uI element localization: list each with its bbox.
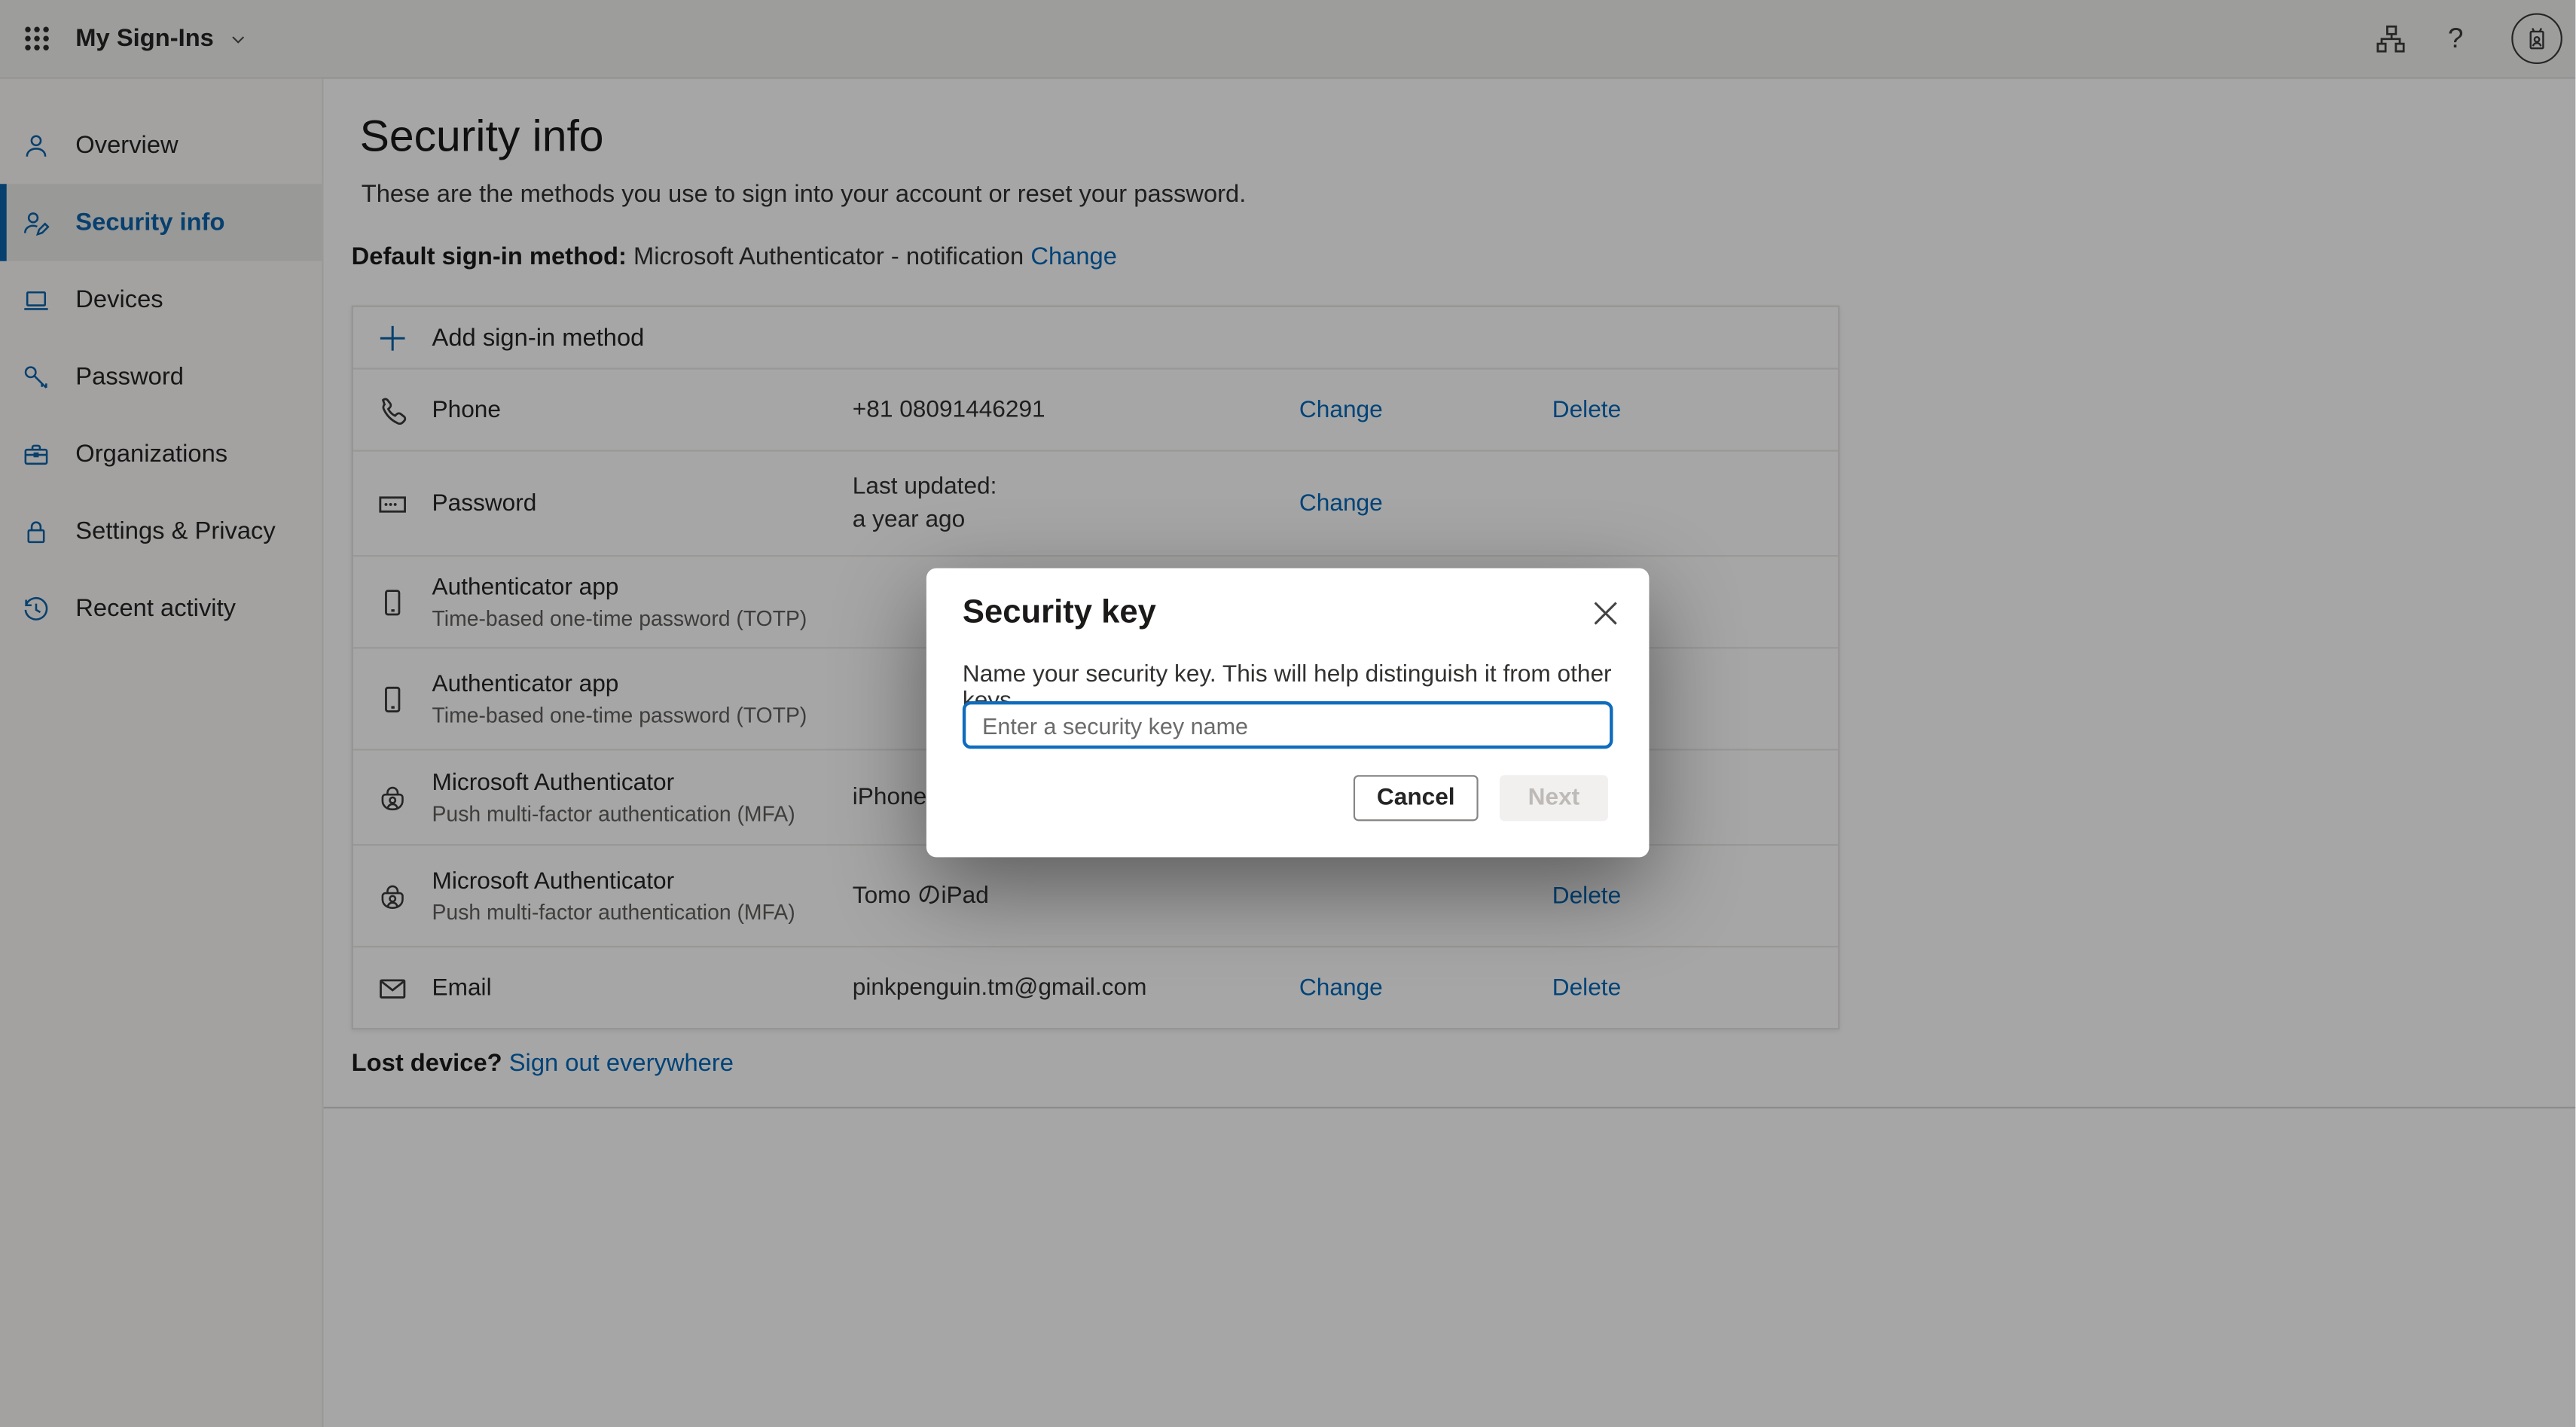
next-button[interactable]: Next <box>1500 775 1608 821</box>
cancel-button[interactable]: Cancel <box>1354 775 1479 821</box>
close-icon[interactable] <box>1587 594 1623 630</box>
security-key-name-input[interactable] <box>963 701 1613 749</box>
security-key-dialog: Security key Name your security key. Thi… <box>926 569 1650 858</box>
my-sign-ins-page: My Sign-Ins ? <box>0 0 2575 1427</box>
dialog-title: Security key <box>963 594 1156 632</box>
dialog-buttons: Cancel Next <box>1354 775 1608 821</box>
